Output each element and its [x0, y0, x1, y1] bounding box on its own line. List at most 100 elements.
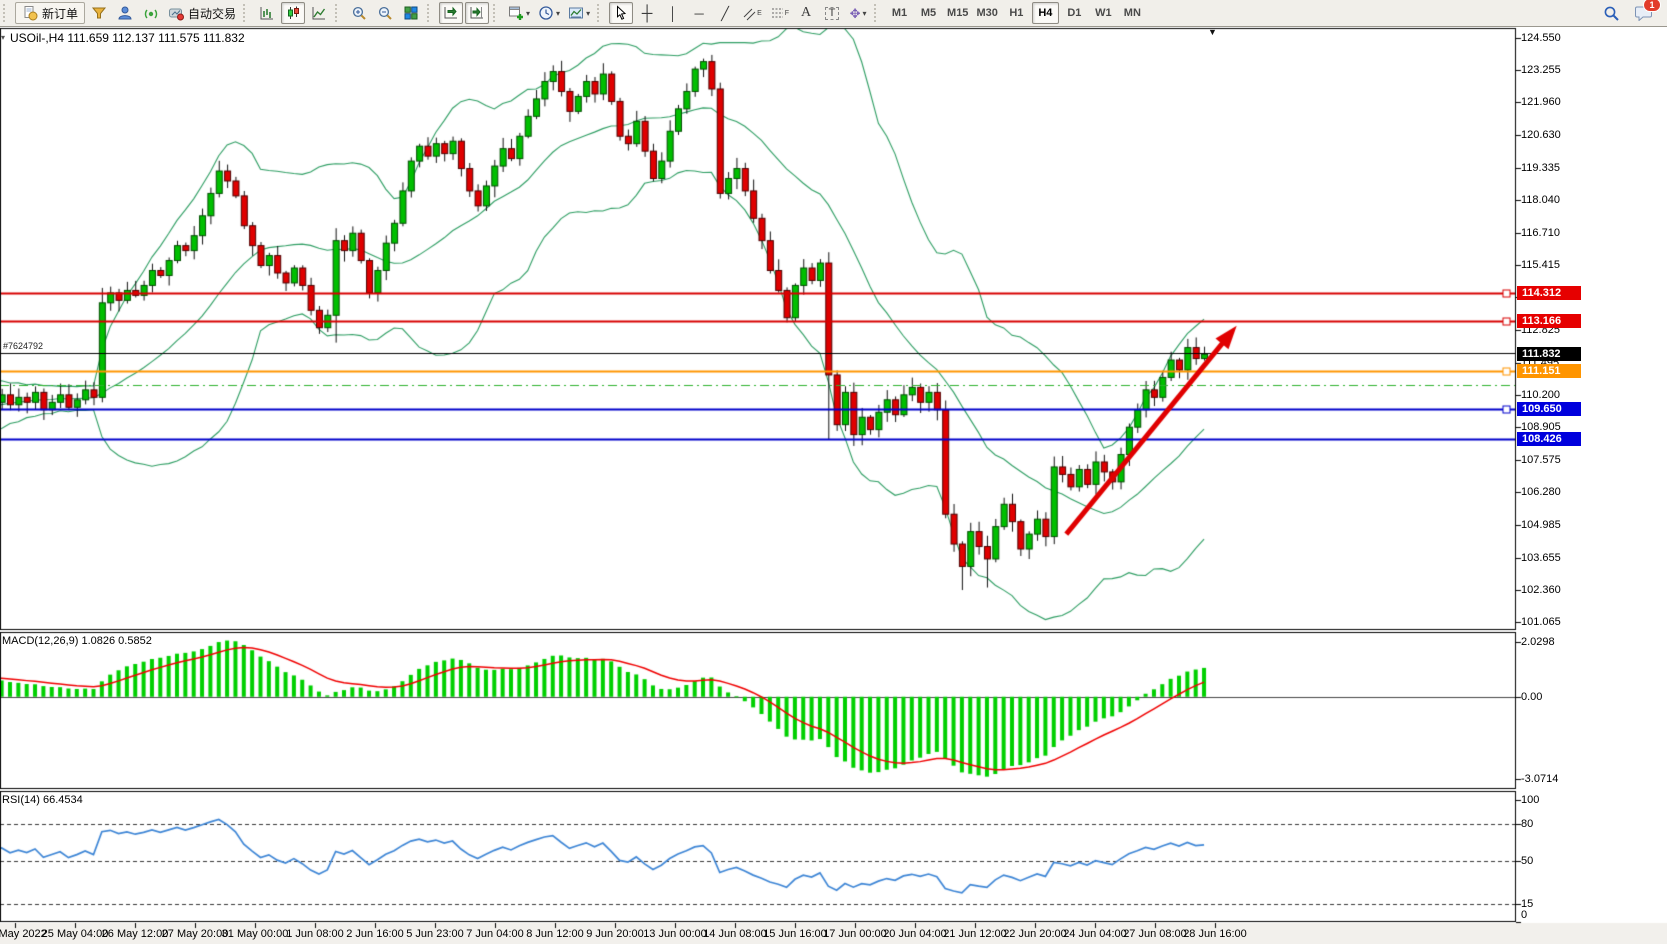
price-tick-label: 119.335 — [1521, 162, 1593, 174]
channel-icon — [742, 6, 757, 21]
auto-scroll-icon — [443, 5, 459, 21]
text-label-tool-button[interactable]: T — [820, 2, 844, 24]
text-tool-button[interactable]: A — [794, 2, 818, 24]
zoom-in-icon — [351, 5, 367, 21]
new-chart-button[interactable]: ▾ — [505, 2, 533, 24]
tile-windows-button[interactable] — [399, 2, 423, 24]
zoom-in-button[interactable] — [347, 2, 371, 24]
vline-icon: │ — [669, 7, 677, 20]
broadcast-icon — [143, 5, 159, 21]
price-tick-label: 124.550 — [1521, 32, 1593, 44]
price-tick-label: 120.630 — [1521, 129, 1593, 141]
tile-windows-icon — [403, 5, 419, 21]
search-button[interactable] — [1599, 2, 1623, 24]
rsi-tick-label: 100 — [1521, 794, 1593, 806]
new-order-button[interactable]: 新订单 — [15, 2, 85, 24]
search-icon — [1603, 5, 1620, 22]
auto-scroll-button[interactable] — [439, 2, 463, 24]
rsi-tick-label: 0 — [1521, 909, 1593, 921]
macd-tick-label: 2.0298 — [1521, 636, 1593, 648]
timeframe-m15-button[interactable]: M15 — [944, 2, 971, 24]
rsi-tick-label: 80 — [1521, 818, 1593, 830]
dropdown-icon: ▾ — [526, 9, 530, 18]
arrows-tool-button[interactable]: ✥ ▾ — [846, 2, 870, 24]
dropdown-icon: ▾ — [586, 9, 590, 18]
candlestick-chart-button[interactable] — [281, 2, 305, 24]
price-badge: 113.166 — [1517, 314, 1581, 328]
toolbar-grip — [243, 4, 249, 22]
price-badge: 114.312 — [1517, 286, 1581, 300]
timeframe-mn-button[interactable]: MN — [1119, 2, 1146, 24]
price-tick-label: 123.255 — [1521, 64, 1593, 76]
fibonacci-icon — [770, 6, 785, 21]
chart-shift-marker-icon[interactable]: ▼ — [1208, 27, 1217, 37]
crosshair-tool-button[interactable]: ┼ — [635, 2, 659, 24]
chart-title: USOil-,H4 111.659 112.137 111.575 111.83… — [10, 31, 245, 45]
price-tick-label: 121.960 — [1521, 96, 1593, 108]
vertical-line-tool-button[interactable]: │ — [661, 2, 685, 24]
zoom-out-button[interactable] — [373, 2, 397, 24]
fibonacci-f-icon: F — [785, 10, 789, 17]
template-icon — [568, 5, 584, 21]
price-tick-label: 107.575 — [1521, 454, 1593, 466]
template-button[interactable]: ▾ — [565, 2, 593, 24]
price-tick-label: 102.360 — [1521, 584, 1593, 596]
chart-shift-icon — [469, 5, 485, 21]
expand-icon[interactable]: ▾ — [1, 33, 5, 42]
autotrading-button[interactable]: 自动交易 — [165, 2, 239, 24]
price-badge: 108.426 — [1517, 432, 1581, 446]
arrows-icon: ✥ — [850, 7, 861, 20]
hline-icon: ─ — [694, 7, 703, 20]
trendline-icon: ╱ — [721, 7, 729, 20]
market-depth-button[interactable] — [87, 2, 111, 24]
broadcast-button[interactable] — [139, 2, 163, 24]
price-tick-label: 110.200 — [1521, 389, 1593, 401]
macd-tick-label: 0.00 — [1521, 691, 1593, 703]
new-order-icon — [22, 5, 38, 21]
price-tick-label: 103.655 — [1521, 552, 1593, 564]
timeframe-m1-button[interactable]: M1 — [886, 2, 913, 24]
toolbar-grip — [597, 4, 603, 22]
line-chart-button[interactable] — [307, 2, 331, 24]
trendline-tool-button[interactable]: ╱ — [713, 2, 737, 24]
toolbar-grip — [493, 4, 499, 22]
zoom-out-icon — [377, 5, 393, 21]
timeframe-d1-button[interactable]: D1 — [1061, 2, 1088, 24]
timeframe-h1-button[interactable]: H1 — [1003, 2, 1030, 24]
community-button[interactable] — [113, 2, 137, 24]
period-button[interactable]: ▾ — [535, 2, 563, 24]
cursor-tool-button[interactable] — [609, 2, 633, 24]
label-icon: T — [825, 7, 840, 20]
fibonacci-tool-button[interactable]: F — [767, 2, 792, 24]
toolbar-grip — [427, 4, 433, 22]
chart-shift-button[interactable] — [465, 2, 489, 24]
rsi-tick-label: 15 — [1521, 898, 1593, 910]
timeframe-h4-button[interactable]: H4 — [1032, 2, 1059, 24]
price-tick-label: 101.065 — [1521, 616, 1593, 628]
price-tick-label: 115.415 — [1521, 259, 1593, 271]
line-chart-icon — [311, 5, 327, 21]
macd-tick-label: -3.0714 — [1521, 773, 1593, 785]
chart-window: ▾ USOil-,H4 111.659 112.137 111.575 111.… — [0, 0, 1667, 944]
dropdown-icon: ▾ — [862, 9, 866, 18]
new-chart-icon — [508, 5, 524, 21]
chart-canvas[interactable] — [0, 0, 1667, 944]
timeframe-w1-button[interactable]: W1 — [1090, 2, 1117, 24]
toolbar-grip — [874, 4, 880, 22]
text-icon: A — [801, 6, 811, 20]
channel-tool-button[interactable]: E — [739, 2, 765, 24]
cursor-icon — [613, 5, 629, 21]
horizontal-line-tool-button[interactable]: ─ — [687, 2, 711, 24]
bar-chart-button[interactable] — [255, 2, 279, 24]
timeframe-m30-button[interactable]: M30 — [973, 2, 1000, 24]
timeframe-m5-button[interactable]: M5 — [915, 2, 942, 24]
rsi-indicator-label: RSI(14) 66.4534 — [2, 794, 83, 806]
price-tick-label: 106.280 — [1521, 486, 1593, 498]
crosshair-icon: ┼ — [642, 6, 653, 21]
toolbar-grip — [335, 4, 341, 22]
funnel-icon — [91, 5, 107, 21]
channel-e-icon: E — [757, 10, 762, 17]
new-order-label: 新订单 — [42, 5, 78, 22]
toolbar-grip — [3, 4, 9, 22]
chat-button[interactable]: 1 — [1632, 2, 1656, 24]
